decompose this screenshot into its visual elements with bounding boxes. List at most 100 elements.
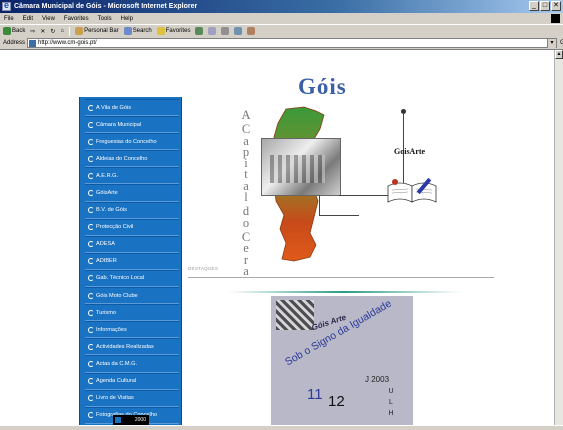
sidebar-nav-label: Agenda Cultural [96, 378, 137, 385]
sidebar-nav-item[interactable]: Aldeias do Concelho [85, 150, 179, 168]
poster-year: J 2003 [365, 375, 390, 384]
vertical-motto: A C a p i t a l d o C e r a [238, 108, 254, 278]
vertical-scrollbar[interactable]: ▲ [554, 50, 563, 425]
maximize-button[interactable]: □ [540, 1, 550, 11]
discuss-icon [247, 27, 256, 35]
history-icon [195, 27, 204, 35]
window-titlebar: Câmara Municipal de Góis - Microsoft Int… [0, 0, 563, 13]
status-bar [0, 425, 563, 430]
sidebar-nav-item[interactable]: Protecção Civil [85, 218, 179, 236]
sidebar-nav-label: Turismo [96, 309, 116, 316]
nav-bullet-icon [88, 155, 94, 162]
month-letter: U [388, 388, 394, 395]
goisarte-link[interactable]: GoisArte [394, 147, 425, 156]
nav-bullet-icon [88, 138, 94, 145]
nav-bullet-icon [88, 309, 94, 316]
poster-image [276, 300, 314, 330]
nav-bullet-icon [88, 360, 94, 367]
refresh-button[interactable]: ↻ [50, 28, 55, 35]
motto-letter: A [241, 108, 251, 122]
discuss-button[interactable] [247, 27, 256, 35]
address-label: Address [3, 40, 26, 46]
sidebar-nav-label: GóisArte [96, 190, 118, 197]
stop-button[interactable]: ✕ [40, 28, 45, 35]
divider [188, 277, 494, 278]
sidebar-nav-item[interactable]: Góis Moto Clube [85, 287, 179, 305]
sidebar-nav-item[interactable]: ADESA [85, 235, 179, 253]
sidebar-nav-item[interactable]: GóisArte [85, 184, 179, 202]
month-letter: L [389, 399, 393, 406]
menu-favorites[interactable]: Favorites [64, 16, 89, 22]
sidebar-nav-item[interactable]: Freguesias do Concelho [85, 133, 179, 151]
nav-bullet-icon [88, 104, 94, 111]
personal-bar-button[interactable]: Personal Bar [75, 27, 119, 35]
sidebar-nav-item[interactable]: B.V. de Góis [85, 201, 179, 219]
town-photo [261, 138, 341, 196]
address-url: http://www.cm-gois.pt/ [38, 40, 97, 46]
history-button[interactable] [195, 27, 204, 35]
open-book-icon[interactable] [386, 176, 440, 204]
poster-month: U L H [387, 375, 395, 419]
scroll-up-icon[interactable]: ▲ [555, 50, 563, 59]
menu-edit[interactable]: Edit [23, 16, 33, 22]
menu-tools[interactable]: Tools [98, 16, 112, 22]
sidebar-nav-label: B.V. de Góis [96, 207, 127, 214]
month-letter: H [388, 410, 394, 417]
sidebar-nav-label: Actas da C.M.G. [96, 360, 138, 367]
sidebar-nav-label: Câmara Municipal [96, 121, 142, 128]
mail-button[interactable] [208, 27, 217, 35]
address-bar: Address http://www.cm-gois.pt/ ▾ Go [0, 37, 563, 50]
event-poster[interactable]: Góis Arte Sob o Signo da Igualdade J 200… [271, 296, 413, 425]
sidebar-nav-item[interactable]: Livro de Visitas [85, 389, 179, 407]
page-icon [29, 39, 37, 47]
sidebar-nav-item[interactable]: Actas da C.M.G. [85, 355, 179, 373]
home-button[interactable]: ⌂ [60, 28, 64, 34]
address-dropdown-icon[interactable]: ▾ [547, 38, 557, 48]
connector-line [319, 195, 320, 215]
sidebar-nav-item[interactable]: Actividades Realizadas [85, 338, 179, 356]
nav-bullet-icon [88, 343, 94, 350]
favorites-button[interactable]: Favorites [156, 27, 190, 35]
sidebar-nav-label: Actividades Realizadas [96, 343, 154, 350]
sidebar-nav-label: Freguesias do Concelho [96, 138, 157, 145]
sidebar-nav-item[interactable]: ADIBER [85, 252, 179, 270]
forward-button[interactable]: ⇨ [30, 28, 35, 35]
sidebar-nav-label: Góis Moto Clube [96, 292, 138, 299]
menu-view[interactable]: View [42, 16, 55, 22]
edit-icon [234, 27, 243, 35]
sidebar-nav-item[interactable]: Agenda Cultural [85, 372, 179, 390]
poster-day-second: 12 [328, 393, 345, 410]
sidebar-nav-item[interactable]: Turismo [85, 304, 179, 322]
motto-letter: a [243, 263, 249, 278]
nav-bullet-icon [88, 241, 94, 248]
sidebar-nav-item[interactable]: A Vila de Góis [85, 99, 179, 117]
search-button[interactable]: Search [123, 27, 152, 35]
back-button[interactable]: Back [3, 27, 25, 35]
menu-file[interactable]: File [4, 16, 14, 22]
search-icon [123, 27, 132, 35]
window-title: Câmara Municipal de Góis - Microsoft Int… [14, 3, 198, 10]
web-page: Góis A C a p i t a l d o C e r a GoisArt… [0, 50, 563, 425]
nav-bullet-icon [88, 207, 94, 214]
edit-button[interactable] [234, 27, 243, 35]
nav-bullet-icon [88, 412, 94, 419]
minimize-button[interactable]: _ [529, 1, 539, 11]
sidebar-nav-item[interactable]: Informações [85, 321, 179, 339]
favorites-icon [156, 27, 165, 35]
window-controls: _ □ ✕ [529, 1, 561, 11]
site-title: Góis [298, 74, 347, 99]
sidebar-nav-label: A.E.R.G. [96, 172, 119, 179]
address-input[interactable]: http://www.cm-gois.pt/ ▾ [27, 38, 558, 48]
browser-toolbar: Back ⇨ ✕ ↻ ⌂ Personal Bar Search Favorit… [0, 24, 563, 37]
print-button[interactable] [221, 27, 230, 35]
toolbar-separator [69, 26, 71, 36]
sidebar-nav-item[interactable]: Câmara Municipal [85, 116, 179, 134]
close-button[interactable]: ✕ [551, 1, 561, 11]
motto-letter: l [244, 190, 248, 205]
menu-help[interactable]: Help [121, 16, 133, 22]
windows-logo-icon [551, 14, 560, 23]
sidebar-nav-item[interactable]: Gab. Técnico Local [85, 269, 179, 288]
nav-bullet-icon [88, 190, 94, 197]
sidebar-nav-item[interactable]: A.E.R.G. [85, 167, 179, 185]
counter-icon [115, 417, 121, 423]
